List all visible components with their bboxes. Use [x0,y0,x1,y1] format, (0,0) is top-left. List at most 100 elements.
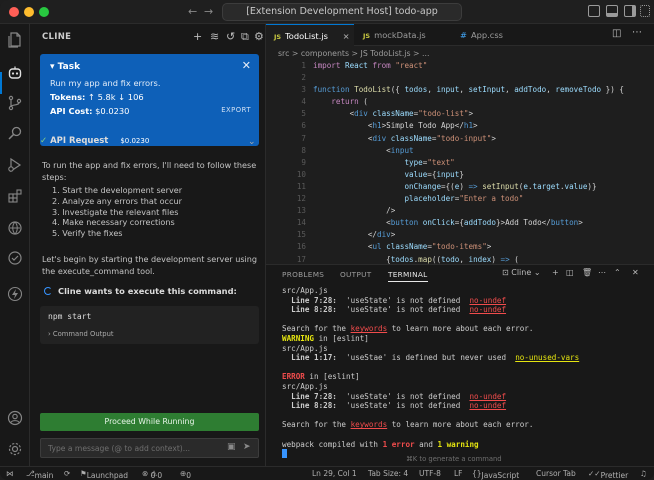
toggle-sidebar-icon[interactable] [588,5,600,17]
extensions-icon[interactable] [7,188,23,204]
assistant-begin: Let's begin by starting the development … [42,254,258,276]
image-icon[interactable]: ▣ [227,442,236,452]
tab-todolist[interactable]: JS TodoList.js × [266,24,354,46]
list-item: 5. Verify the fixes [52,228,123,239]
send-icon[interactable]: ➤ [243,442,251,452]
encoding[interactable]: UTF-8 [419,469,441,478]
list-item: 2. Analyze any errors that occur [52,195,182,206]
code-editor[interactable]: import React from "react" function TodoL… [313,60,624,266]
tab-terminal[interactable]: TERMINAL [388,270,428,282]
split-editor-icon[interactable]: ◫ [612,28,621,39]
api-cost-badge: $0.0230 [116,136,154,146]
maximize-window-button[interactable] [39,7,49,17]
check-icon: ✓ [40,136,48,146]
cursor-tab[interactable]: Cursor Tab [536,469,576,478]
close-window-button[interactable] [9,7,19,17]
close-tab-icon[interactable]: × [343,31,350,41]
toggle-secondary-sidebar-icon[interactable] [624,5,636,17]
run-debug-icon[interactable] [7,157,23,173]
terminal-shell-selector[interactable]: ⊡ Cline ⌄ [502,268,541,277]
window-title: [Extension Development Host] todo-app [246,6,438,17]
execute-command-label: Cline wants to execute this command: [44,286,237,296]
problems-indicator[interactable]: ⊗ 0 ⚠ 0 [142,469,162,480]
language-mode[interactable]: {} JavaScript [472,469,519,480]
command-center[interactable]: [Extension Development Host] todo-app [222,3,462,21]
terminal-hint: ⌘K to generate a command [406,455,502,463]
tab-size[interactable]: Tab Size: 4 [368,469,408,478]
branch-indicator[interactable]: ⎇ main [26,469,53,480]
settings-gear-icon[interactable] [7,441,23,457]
chevron-down-icon[interactable]: ⌄ [248,137,256,147]
mcp-servers-icon[interactable]: ≋ [210,30,219,43]
tab-appcss[interactable]: # App.css [452,24,532,46]
terminal-output[interactable]: src/App.js Line 7:28: 'useState' is not … [282,286,579,460]
split-terminal-icon[interactable]: ◫ [566,268,574,277]
terminal-panel: PROBLEMS OUTPUT TERMINAL ⊡ Cline ⌄ + ◫ 🗑… [266,264,654,466]
steps-list: 1. Start the development server 2. Analy… [52,185,182,239]
tab-problems[interactable]: PROBLEMS [282,270,324,279]
ports-indicator[interactable]: ⊕ 0 [180,469,191,480]
message-input[interactable]: Type a message (@ to add context)... ▣ ➤ [40,438,259,458]
toggle-panel-icon[interactable] [606,5,618,17]
api-request-header[interactable]: ✓ API Request $0.0230 [40,136,154,146]
terminal-cursor [282,449,287,459]
css-file-icon: # [460,30,467,40]
testing-icon[interactable] [7,250,23,266]
title-bar: ← → [Extension Development Host] todo-ap… [0,0,654,24]
editor-tabs: JS TodoList.js × JS mockData.js # App.css ◫… [266,24,654,46]
tab-output[interactable]: OUTPUT [340,270,372,279]
editor-area: JS TodoList.js × JS mockData.js # App.css ◫… [266,24,654,264]
panel-title: CLINE [42,32,72,42]
notifications-bell-icon[interactable]: ♫ [640,469,647,478]
task-label: ▾ Task [50,62,81,72]
tokens-row: Tokens: ↑ 5.8k ↓ 106 [50,92,144,102]
cursor-position[interactable]: Ln 29, Col 1 [312,469,357,478]
files-icon[interactable] [7,32,23,48]
new-task-plus-icon[interactable]: + [193,30,202,43]
breadcrumb[interactable]: src > components > JS TodoList.js > ... [278,49,429,58]
proceed-while-running-button[interactable]: Proceed While Running [40,413,259,431]
maximize-panel-icon[interactable]: ⌃ [614,268,621,277]
close-icon[interactable]: ✕ [242,59,251,72]
command-box: npm start › Command Output [40,306,259,344]
forward-arrow-icon[interactable]: → [204,5,213,18]
message-input-placeholder: Type a message (@ to add context)... [48,444,191,453]
line-numbers: 1 2 3 4 5 6 7 8 9 10 11 12 13 14 15 16 17 [296,61,306,264]
open-in-editor-icon[interactable]: ⧉ [241,30,249,44]
loading-spinner-icon [44,287,52,295]
line-ending[interactable]: LF [454,469,463,478]
cline-panel: CLINE + ≋ ↺ ⧉ ⚙ ▾ Task ✕ Run my app and … [30,24,266,466]
export-button[interactable]: EXPORT [221,106,251,114]
minimize-window-button[interactable] [24,7,34,17]
list-item: 4. Make necessary corrections [52,217,175,228]
list-item: 3. Investigate the relevant files [52,206,179,217]
trash-icon[interactable]: 🗑 [582,268,592,277]
search-icon[interactable] [7,125,23,141]
source-control-icon[interactable] [7,95,23,111]
remote-indicator-icon[interactable]: ⋈ [6,469,14,478]
history-icon[interactable]: ↺ [226,30,235,43]
cline-icon[interactable] [7,65,23,81]
more-actions-icon[interactable]: ⋯ [598,268,606,277]
status-bar: ⋈ ⎇ main ⟳ ⚑ Launchpad ⊗ 0 ⚠ 0 ⊕ 0 Ln 29… [0,466,654,480]
list-item: 1. Start the development server [52,185,183,195]
new-terminal-plus-icon[interactable]: + [552,268,559,277]
flash-icon[interactable] [7,286,23,302]
remote-icon[interactable] [7,220,23,236]
more-actions-icon[interactable]: ⋯ [632,27,642,38]
active-indicator [0,72,2,94]
account-icon[interactable] [7,410,23,426]
customize-layout-icon[interactable] [640,5,650,17]
launchpad-item[interactable]: ⚑ Launchpad [80,469,128,480]
command-output-toggle[interactable]: › Command Output [48,330,114,338]
prettier-status[interactable]: ✓✓ Prettier [588,469,628,480]
assistant-intro: To run the app and fix errors, I'll need… [42,160,257,182]
back-arrow-icon[interactable]: ← [188,5,197,18]
sync-icon[interactable]: ⟳ [64,469,70,478]
task-card[interactable]: ▾ Task ✕ Run my app and fix errors. Toke… [40,54,259,146]
settings-gear-icon[interactable]: ⚙ [254,30,264,43]
task-description: Run my app and fix errors. [50,78,161,88]
vscode-window: ← → [Extension Development Host] todo-ap… [0,0,654,480]
tab-mockdata[interactable]: JS mockData.js [355,24,451,46]
close-panel-icon[interactable]: ✕ [632,268,639,277]
